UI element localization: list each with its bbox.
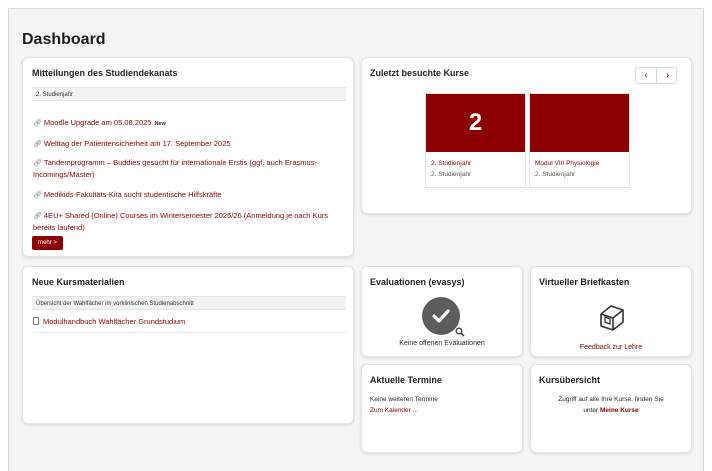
course-name[interactable]: 2. Studienjahr <box>431 160 471 167</box>
course-card[interactable]: Modul VIII Physiologie 2. Studienjahr <box>529 93 630 188</box>
calendar-link[interactable]: Zum Kalender ... <box>370 407 418 414</box>
mailbox-title: Virtueller Briefkasten <box>539 277 630 287</box>
news-item[interactable]: 🔗︎ Tandemprogramm – Buddies gesucht für i… <box>33 157 343 180</box>
course-category: 2. Studienjahr <box>431 171 472 178</box>
material-file-label: Modulhandbuch Wahlfächer Grundstudium <box>43 317 186 326</box>
events-card: Aktuelle Termine Keine weiteren Termine … <box>361 364 523 453</box>
chevron-right-icon: › <box>665 70 670 81</box>
recent-courses-card: Zuletzt besuchte Kurse ‹ › 2 2. Studienj… <box>361 57 692 214</box>
events-empty-text: Keine weiteren Termine <box>370 396 438 403</box>
course-image: 2 <box>426 94 525 152</box>
news-card-title: Mitteilungen des Studiendekanats <box>32 68 178 78</box>
link-icon: 🔗︎ <box>33 160 42 167</box>
page-title: Dashboard <box>22 31 106 48</box>
feedback-link[interactable]: Feedback zur Lehre <box>531 344 691 351</box>
news-item-label: Tandemprogramm – Buddies gesucht für int… <box>33 158 317 179</box>
link-icon: 🔗︎ <box>33 120 42 127</box>
new-badge: New <box>154 121 166 127</box>
materials-title: Neue Kursmaterialien <box>32 277 125 287</box>
file-icon <box>33 317 39 325</box>
my-courses-link[interactable]: Meine Kurse <box>600 407 639 414</box>
recent-courses-title: Zuletzt besuchte Kurse <box>370 68 470 78</box>
course-overview-text-2: unter Meine Kurse <box>531 407 691 414</box>
carousel-nav: ‹ › <box>635 67 677 84</box>
magnifier-icon <box>455 324 465 337</box>
news-item[interactable]: 🔗︎ Welttag der Patientensicherheit am 17.… <box>33 138 343 150</box>
news-item[interactable]: 🔗︎ 4EU+ Shared (Online) Courses im Winter… <box>33 210 343 233</box>
news-item-label: 4EU+ Shared (Online) Courses im Winterse… <box>33 211 328 232</box>
course-name[interactable]: Modul VIII Physiologie <box>535 160 599 167</box>
materials-card: Neue Kursmaterialien Übersicht der Wahlf… <box>22 266 354 424</box>
course-overview-text: Zugriff auf alle Ihre Kurse, finden Sie <box>558 396 664 403</box>
mailbox-icon <box>595 300 629 334</box>
mailbox-card: Virtueller Briefkasten Feedback zur Lehr… <box>530 266 692 357</box>
course-overview-card: Kursübersicht Zugriff auf alle Ihre Kurs… <box>530 364 692 453</box>
more-button[interactable]: mehr > <box>32 236 63 250</box>
news-item-label: Welttag der Patientensicherheit am 17. S… <box>43 139 231 148</box>
news-item[interactable]: 🔗︎ Moodle Upgrade am 05.08.2025 New <box>33 117 343 130</box>
news-card: Mitteilungen des Studiendekanats 2. Stud… <box>22 57 354 257</box>
materials-section-bar: Übersicht der Wahlfächer im vorklinische… <box>32 296 346 310</box>
link-icon: 🔗︎ <box>33 213 42 220</box>
link-icon: 🔗︎ <box>33 141 42 148</box>
course-overview-title: Kursübersicht <box>539 375 601 385</box>
news-item[interactable]: 🔗︎ Medikids-Fakultäts-Kita sucht studenti… <box>33 189 343 201</box>
course-overview-unter: unter <box>583 407 599 414</box>
course-card[interactable]: 2 2. Studienjahr 2. Studienjahr <box>425 93 526 188</box>
news-filter-bar: 2. Studienjahr <box>32 87 346 101</box>
news-item-label: Moodle Upgrade am 05.08.2025 <box>43 118 152 127</box>
carousel-prev-button[interactable]: ‹ <box>636 68 657 83</box>
material-file-link[interactable]: Modulhandbuch Wahlfächer Grundstudium <box>33 317 347 333</box>
course-category: 2. Studienjahr <box>535 171 576 178</box>
chevron-left-icon: ‹ <box>644 70 648 81</box>
course-image <box>530 94 629 152</box>
evaluations-title: Evaluationen (evasys) <box>370 277 465 287</box>
events-title: Aktuelle Termine <box>370 375 442 385</box>
carousel-next-button[interactable]: › <box>657 68 678 83</box>
link-icon: 🔗︎ <box>33 192 42 199</box>
news-item-label: Medikids-Fakultäts-Kita sucht studentisc… <box>43 190 222 199</box>
evaluations-card: Evaluationen (evasys) Keine offenen Eval… <box>361 266 523 357</box>
evaluations-status: Keine offenen Evaluationen <box>399 340 485 347</box>
